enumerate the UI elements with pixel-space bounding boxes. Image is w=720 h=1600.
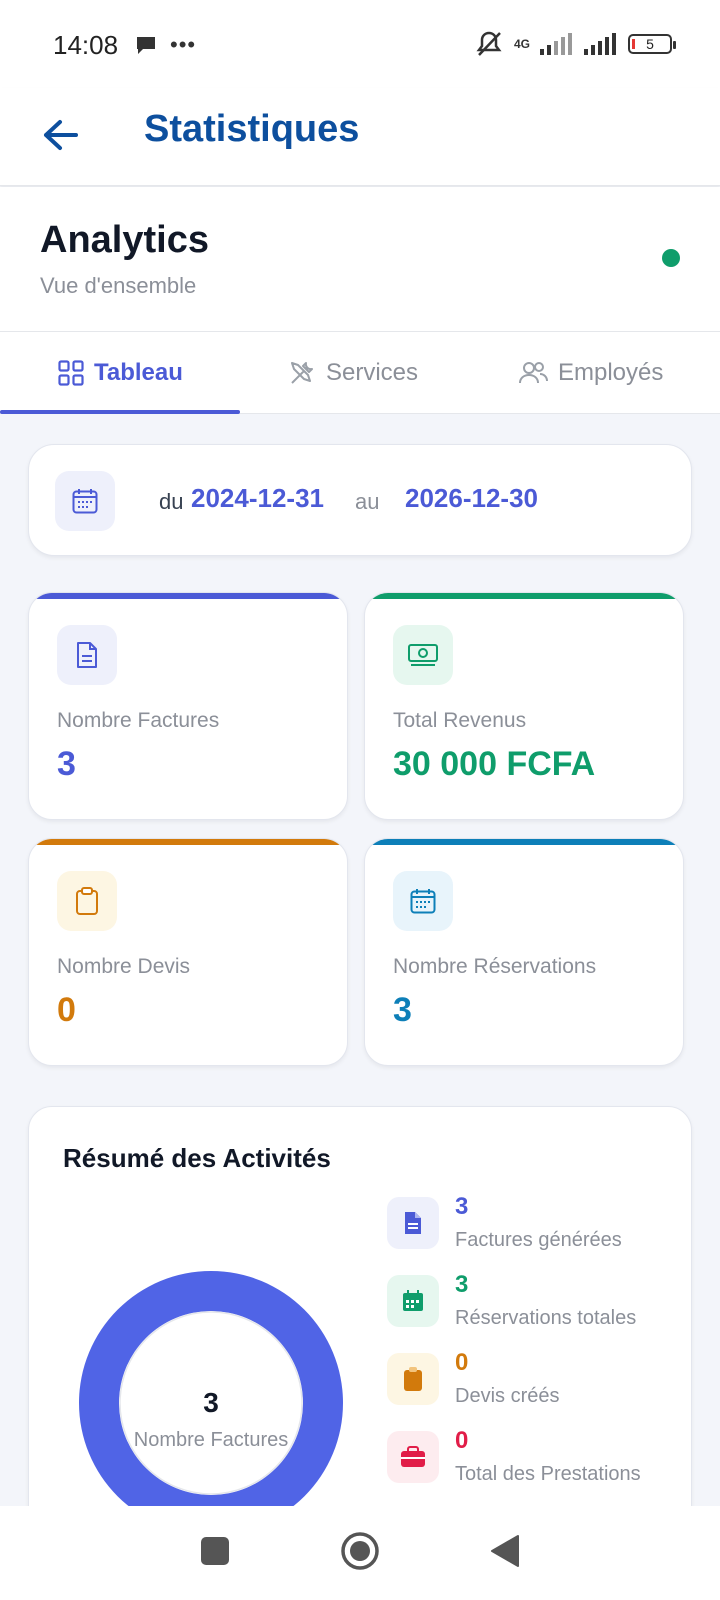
arrow-left-icon bbox=[44, 120, 78, 150]
app-bar: Statistiques bbox=[0, 88, 720, 186]
status-dot bbox=[662, 249, 680, 267]
status-time: 14:08 bbox=[53, 30, 119, 60]
tab-label: Services bbox=[326, 359, 419, 386]
tab-services[interactable]: Services bbox=[288, 332, 418, 414]
stat-card-revenus[interactable]: Total Revenus 30 000 FCFA bbox=[364, 592, 684, 820]
stat-value: 3 bbox=[393, 991, 412, 1029]
date-to-prefix: au bbox=[355, 489, 380, 514]
date-to[interactable]: 2026-12-30 bbox=[405, 483, 538, 514]
circle-home-icon bbox=[341, 1531, 379, 1570]
tab-tableau[interactable]: Tableau bbox=[58, 332, 183, 414]
summary-item-value: 3 bbox=[455, 1271, 469, 1298]
calendar-icon bbox=[403, 1290, 423, 1311]
summary-item-reservations: 3 Réservations totales bbox=[387, 1271, 687, 1341]
summary-item-label: Factures générées bbox=[455, 1229, 622, 1251]
back-button[interactable] bbox=[34, 110, 84, 160]
stat-label: Nombre Factures bbox=[57, 709, 220, 732]
signal-icon bbox=[540, 33, 572, 55]
system-nav-bar bbox=[0, 1506, 720, 1600]
section-title: Analytics bbox=[40, 219, 209, 261]
money-icon bbox=[408, 644, 438, 666]
status-bar: 14:08 ••• 4G 5 bbox=[0, 0, 720, 88]
briefcase-icon bbox=[401, 1446, 425, 1467]
recents-button[interactable] bbox=[200, 1536, 230, 1571]
square-icon bbox=[201, 1536, 229, 1565]
triangle-back-icon bbox=[491, 1534, 519, 1567]
summary-item-value: 3 bbox=[455, 1193, 469, 1220]
date-from-prefix: du bbox=[159, 489, 184, 514]
users-icon bbox=[519, 362, 548, 384]
donut-chart[interactable]: 3 Nombre Factures bbox=[75, 1267, 347, 1525]
summary-item-factures: 3 Factures générées bbox=[387, 1193, 687, 1263]
calendar-button[interactable] bbox=[55, 471, 115, 531]
summary-title: Résumé des Activités bbox=[63, 1143, 331, 1173]
tools-icon bbox=[291, 362, 313, 384]
stat-card-reservations[interactable]: Nombre Réservations 3 bbox=[364, 838, 684, 1066]
analytics-header: Analytics Vue d'ensemble bbox=[0, 187, 720, 332]
calendar-icon bbox=[410, 889, 436, 914]
activity-summary-card: Résumé des Activités 3 Nombre Factures 3… bbox=[28, 1106, 692, 1526]
battery-icon: 5 bbox=[628, 34, 676, 54]
summary-item-devis: 0 Devis créés bbox=[387, 1349, 687, 1419]
muted-bell-icon bbox=[476, 31, 502, 56]
document-icon bbox=[77, 642, 97, 668]
tab-label: Employés bbox=[558, 359, 664, 386]
donut-center-value: 3 bbox=[203, 1387, 219, 1418]
stat-label: Total Revenus bbox=[393, 709, 527, 732]
active-tab-indicator bbox=[0, 410, 240, 414]
stat-card-devis[interactable]: Nombre Devis 0 bbox=[28, 838, 348, 1066]
calendar-icon bbox=[72, 489, 98, 514]
stat-value: 3 bbox=[57, 745, 76, 783]
summary-item-prestations: 0 Total des Prestations bbox=[387, 1427, 687, 1497]
date-range-card[interactable]: du 2024-12-31 au 2026-12-30 bbox=[28, 444, 692, 556]
network-type-label: 4G bbox=[513, 37, 530, 51]
stat-card-factures[interactable]: Nombre Factures 3 bbox=[28, 592, 348, 820]
clipboard-icon bbox=[76, 887, 98, 915]
section-subtitle: Vue d'ensemble bbox=[40, 273, 197, 298]
message-icon bbox=[137, 37, 155, 54]
page-title: Statistiques bbox=[144, 108, 360, 150]
grid-icon bbox=[58, 360, 84, 386]
summary-item-value: 0 bbox=[455, 1427, 469, 1454]
date-from[interactable]: 2024-12-31 bbox=[191, 483, 324, 514]
summary-item-value: 0 bbox=[455, 1349, 469, 1376]
summary-item-label: Total des Prestations bbox=[455, 1463, 641, 1485]
tab-employes[interactable]: Employés bbox=[518, 332, 663, 414]
signal-icon bbox=[584, 33, 616, 55]
donut-center-label: Nombre Factures bbox=[133, 1429, 289, 1451]
stat-value: 0 bbox=[57, 991, 76, 1029]
document-icon bbox=[405, 1212, 421, 1234]
tab-bar: Tableau Services Employés bbox=[0, 332, 720, 414]
back-nav-button[interactable] bbox=[490, 1534, 520, 1573]
summary-item-label: Devis créés bbox=[455, 1385, 560, 1407]
summary-item-label: Réservations totales bbox=[455, 1307, 637, 1329]
stat-label: Nombre Réservations bbox=[393, 955, 597, 978]
clipboard-icon bbox=[404, 1367, 422, 1391]
tab-label: Tableau bbox=[94, 359, 183, 386]
stat-value: 30 000 FCFA bbox=[393, 745, 596, 783]
stat-label: Nombre Devis bbox=[57, 955, 191, 978]
more-dots-icon: ••• bbox=[170, 32, 197, 57]
home-button[interactable] bbox=[340, 1531, 380, 1576]
